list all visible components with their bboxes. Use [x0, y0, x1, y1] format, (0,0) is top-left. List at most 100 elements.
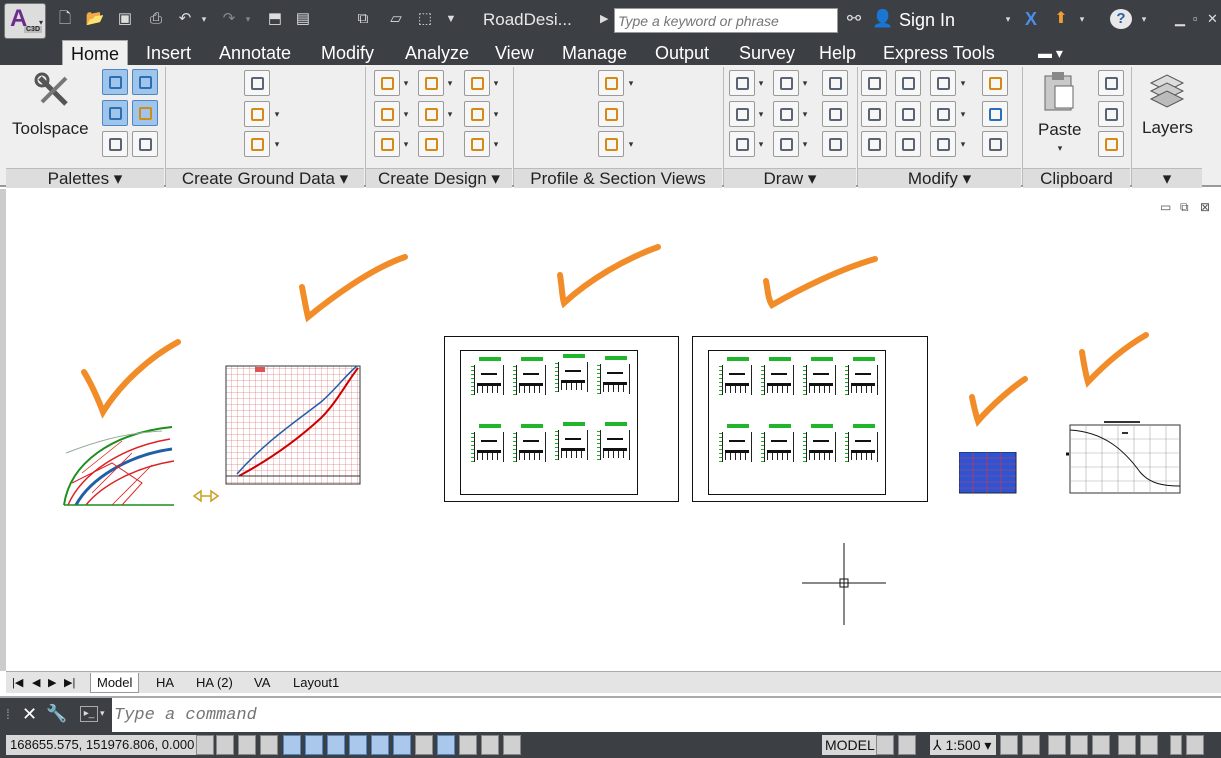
alignment-icon[interactable]	[374, 101, 400, 127]
undo-dropdown-icon[interactable]: ▾	[198, 9, 210, 29]
restore-icon[interactable]: ▫	[1193, 11, 1198, 26]
toolbox-icon[interactable]	[132, 100, 158, 126]
tab-manage[interactable]: Manage	[562, 42, 627, 65]
construction-line-icon[interactable]	[729, 101, 755, 127]
polyline-icon[interactable]	[773, 70, 799, 96]
tab-view[interactable]: View	[495, 42, 534, 65]
explode-icon[interactable]	[982, 101, 1008, 127]
circle-icon[interactable]	[773, 101, 799, 127]
rotate-icon[interactable]	[895, 70, 921, 96]
print-icon[interactable]: ⎙	[145, 9, 167, 29]
circle-dropdown-icon[interactable]: ▾	[800, 101, 810, 127]
3d-osnap-icon[interactable]	[327, 735, 345, 755]
prospector-icon[interactable]	[102, 69, 128, 95]
grid-icon[interactable]	[238, 735, 256, 755]
close-icon[interactable]: ✕	[1207, 11, 1218, 27]
panel-clipboard[interactable]: Clipboard	[1023, 168, 1130, 188]
tab-survey[interactable]: Survey	[739, 42, 795, 65]
match-properties-icon[interactable]: ⧉	[352, 9, 374, 29]
tab-modify[interactable]: Modify	[321, 42, 374, 65]
panel-layers[interactable]: ▾	[1132, 168, 1202, 188]
isolate-objects-icon[interactable]	[1118, 735, 1136, 755]
feature-line-dropdown-icon[interactable]: ▾	[445, 70, 455, 96]
tab-home[interactable]: Home	[62, 40, 129, 65]
rectangle-icon[interactable]	[822, 101, 848, 127]
first-layout-icon[interactable]: |◀	[12, 673, 23, 693]
ellipse-dropdown-icon[interactable]: ▾	[800, 131, 810, 157]
arc-icon[interactable]	[729, 131, 755, 157]
polyline-dropdown-icon[interactable]: ▾	[800, 70, 810, 96]
tab-output[interactable]: Output	[655, 42, 709, 65]
parcel-dropdown-icon[interactable]: ▾	[401, 70, 411, 96]
panel-draw[interactable]: Draw ▾	[724, 168, 856, 188]
selection-cycling-icon[interactable]	[481, 735, 499, 755]
redo-icon[interactable]: ↷	[218, 9, 240, 29]
plot-icon[interactable]: ⬒	[264, 9, 286, 29]
trim-dropdown-icon[interactable]: ▾	[958, 70, 968, 96]
sheet-set-icon[interactable]: ▱	[385, 9, 407, 29]
transparency-icon[interactable]	[437, 735, 455, 755]
save-icon[interactable]: ▣	[115, 9, 135, 29]
redo-dropdown-icon[interactable]: ▾	[242, 9, 254, 29]
panel-create-design[interactable]: Create Design ▾	[366, 168, 512, 188]
pipe-network-dropdown-icon[interactable]: ▾	[491, 131, 501, 157]
section-views-dropdown-icon[interactable]: ▾	[626, 131, 636, 157]
osnap-icon[interactable]	[305, 735, 323, 755]
help-icon[interactable]: ?	[1110, 9, 1132, 29]
hatch-icon[interactable]	[822, 131, 848, 157]
ducs-icon[interactable]	[371, 735, 389, 755]
infer-constraints-icon[interactable]	[196, 735, 214, 755]
auto-scale-icon[interactable]	[1022, 735, 1040, 755]
construction-dropdown-icon[interactable]: ▾	[756, 101, 766, 127]
minimize-icon[interactable]: ▁	[1175, 11, 1185, 27]
profile-icon[interactable]	[374, 131, 400, 157]
scale-icon[interactable]	[895, 131, 921, 157]
tab-annotate[interactable]: Annotate	[219, 42, 291, 65]
close-command-icon[interactable]: ✕	[22, 704, 37, 725]
tab-ha[interactable]: HA	[156, 673, 174, 693]
quick-properties-icon[interactable]	[459, 735, 477, 755]
tab-express-tools[interactable]: Express Tools	[883, 42, 995, 65]
pipe-network-icon[interactable]	[464, 131, 490, 157]
binoculars-icon[interactable]: ⚯	[842, 9, 866, 29]
a360-dropdown-icon[interactable]: ▾	[1076, 9, 1088, 29]
intersections-dropdown-icon[interactable]: ▾	[491, 70, 501, 96]
section-views-icon[interactable]	[598, 131, 624, 157]
qat-menu-icon[interactable]: ▼	[444, 9, 458, 29]
properties-palette-icon[interactable]	[132, 131, 158, 157]
trim-icon[interactable]	[930, 70, 956, 96]
last-layout-icon[interactable]: ▶|	[64, 673, 75, 693]
erase-icon[interactable]	[982, 70, 1008, 96]
assembly-icon[interactable]	[464, 101, 490, 127]
new-file-icon[interactable]: 🗋	[55, 9, 75, 29]
recent-commands-dropdown-icon[interactable]: ▾	[100, 708, 105, 719]
fillet-icon[interactable]	[930, 101, 956, 127]
move-icon[interactable]	[861, 70, 887, 96]
hardware-acceleration-icon[interactable]	[1092, 735, 1110, 755]
assembly-dropdown-icon[interactable]: ▾	[491, 101, 501, 127]
corridor-icon[interactable]	[418, 131, 444, 157]
sign-in-dropdown-icon[interactable]: ▾	[1002, 9, 1014, 29]
command-input[interactable]	[114, 704, 714, 726]
surfaces-icon[interactable]	[244, 131, 270, 157]
toolbar-lock-icon[interactable]	[1070, 735, 1088, 755]
lineweight-icon[interactable]	[415, 735, 433, 755]
dyn-icon[interactable]	[393, 735, 411, 755]
open-folder-icon[interactable]: 📂	[84, 9, 106, 29]
panel-create-ground-data[interactable]: Create Ground Data ▾	[166, 168, 364, 188]
survey-icon[interactable]	[102, 100, 128, 126]
line-dropdown-icon[interactable]: ▾	[756, 70, 766, 96]
grading-icon[interactable]	[418, 101, 444, 127]
polar-tracking-icon[interactable]	[283, 735, 301, 755]
panel-modify[interactable]: Modify ▾	[858, 168, 1021, 188]
array-dropdown-icon[interactable]: ▾	[958, 131, 968, 157]
intersections-icon[interactable]	[464, 70, 490, 96]
exchange-apps-icon[interactable]: X	[1020, 9, 1042, 29]
lightbulb-icon[interactable]	[1140, 735, 1158, 755]
search-input[interactable]	[614, 8, 838, 33]
panel-palettes[interactable]: Palettes ▾	[6, 168, 164, 188]
line-icon[interactable]	[729, 70, 755, 96]
annotation-scale[interactable]: ⅄ 1:500 ▾	[930, 735, 996, 755]
ellipse-icon[interactable]	[773, 131, 799, 157]
snap-mode-icon[interactable]	[216, 735, 234, 755]
